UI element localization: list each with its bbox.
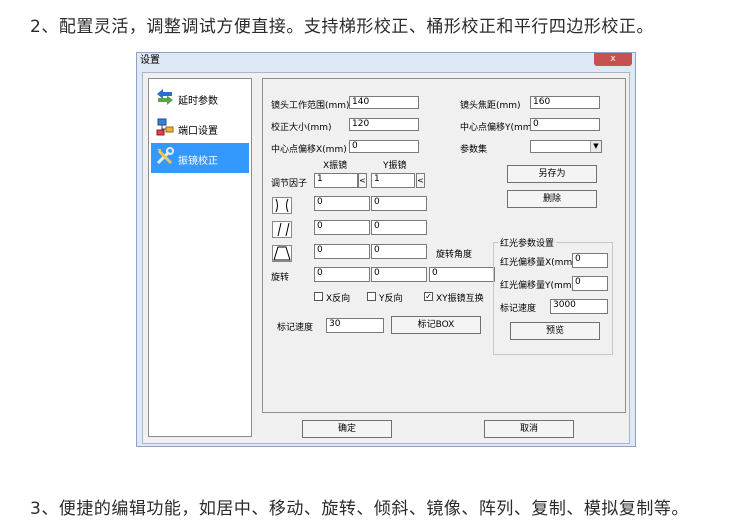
adjust-y-spin[interactable]: < [416, 173, 425, 188]
adjust-x-input[interactable]: 1 [314, 173, 358, 188]
cancel-button[interactable]: 取消 [484, 420, 574, 438]
xy-swap-checkbox[interactable]: ✓ [424, 292, 433, 301]
adjust-y-input[interactable]: 1 [371, 173, 415, 188]
nav-item-delay-params[interactable]: 延时参数 [151, 83, 249, 113]
lens-focal-label: 镜头焦距(mm) [460, 101, 521, 111]
red-mark-speed-input[interactable]: 3000 [550, 299, 608, 314]
mark-speed-label: 标记速度 [277, 323, 314, 333]
mark-box-button[interactable]: 标记BOX [391, 316, 481, 334]
y-reverse-label: Y反向 [379, 294, 403, 304]
nav-item-label: 端口设置 [178, 126, 218, 137]
adjust-factor-label: 调节因子 [271, 179, 308, 189]
caption-top: 2、配置灵活，调整调试方便直接。支持梯形校正、桶形校正和平行四边形校正。 [30, 17, 654, 37]
trapezoid-icon [272, 245, 292, 262]
x-galvo-header: X振镜 [323, 161, 348, 171]
delete-button[interactable]: 删除 [507, 190, 597, 208]
parallelogram-icon [272, 221, 292, 238]
red-offset-x-label: 红光偏移量X(mm) [500, 258, 576, 268]
center-offset-x-label: 中心点偏移X(mm) [271, 145, 347, 155]
nav-item-label: 延时参数 [178, 96, 218, 107]
xy-swap-label: XY振镜互换 [436, 294, 484, 304]
x-reverse-checkbox[interactable] [314, 292, 323, 301]
trapezoid-x-input[interactable]: 0 [314, 244, 370, 259]
center-offset-x-input[interactable]: 0 [349, 140, 419, 153]
rotate-y-input[interactable]: 0 [371, 267, 427, 282]
parallelogram-x-input[interactable]: 0 [314, 220, 370, 235]
ok-button[interactable]: 确定 [302, 420, 392, 438]
red-offset-x-input[interactable]: 0 [572, 253, 608, 268]
barrel-y-input[interactable]: 0 [371, 196, 427, 211]
adjust-x-spin[interactable]: < [358, 173, 367, 188]
mark-speed-input[interactable]: 30 [326, 318, 384, 333]
save-as-button[interactable]: 另存为 [507, 165, 597, 183]
trapezoid-y-input[interactable]: 0 [371, 244, 427, 259]
y-reverse-checkbox[interactable] [367, 292, 376, 301]
x-reverse-label: X反向 [326, 294, 351, 304]
close-button[interactable]: x [594, 53, 632, 66]
network-icon [156, 118, 174, 136]
calib-size-input[interactable]: 120 [349, 118, 419, 131]
nav-item-port-settings[interactable]: 端口设置 [151, 113, 249, 143]
lens-range-input[interactable]: 140 [349, 96, 419, 109]
rotate-x-input[interactable]: 0 [314, 267, 370, 282]
dialog-client: 延时参数 端口设置 振镜校正 镜头工作范围(mm) 140 镜头焦距(mm) 1… [142, 72, 630, 444]
chevron-down-icon: ▼ [590, 141, 601, 152]
red-offset-y-label: 红光偏移量Y(mm) [500, 281, 576, 291]
param-set-select[interactable]: ▼ [530, 140, 602, 153]
center-offset-y-input[interactable]: 0 [530, 118, 600, 131]
red-mark-speed-label: 标记速度 [500, 304, 537, 314]
y-galvo-header: Y振镜 [383, 161, 407, 171]
center-offset-y-label: 中心点偏移Y(mm) [460, 123, 536, 133]
parallelogram-y-input[interactable]: 0 [371, 220, 427, 235]
preview-button[interactable]: 预览 [510, 322, 600, 340]
caption-bottom: 3、便捷的编辑功能，如居中、移动、旋转、倾斜、镜像、阵列、复制、模拟复制等。 [30, 499, 689, 519]
red-light-group: 红光参数设置 红光偏移量X(mm) 0 红光偏移量Y(mm) 0 标记速度 30… [493, 236, 613, 355]
tools-icon [156, 147, 174, 165]
galvo-calibration-panel: 镜头工作范围(mm) 140 镜头焦距(mm) 160 校正大小(mm) 120… [262, 78, 626, 413]
red-light-group-title: 红光参数设置 [498, 236, 557, 249]
rotate-label: 旋转 [271, 273, 290, 283]
lens-range-label: 镜头工作范围(mm) [271, 101, 350, 111]
rotation-angle-input[interactable]: 0 [429, 267, 495, 282]
window-titlebar: 设置 x [137, 53, 635, 68]
barrel-distortion-icon [272, 197, 292, 214]
nav-item-galvo-calibration[interactable]: 振镜校正 [151, 143, 249, 173]
param-set-label: 参数集 [460, 145, 488, 155]
lens-focal-input[interactable]: 160 [530, 96, 600, 109]
red-offset-y-input[interactable]: 0 [572, 276, 608, 291]
barrel-x-input[interactable]: 0 [314, 196, 370, 211]
window-title: 设置 [140, 55, 160, 66]
nav-item-label: 振镜校正 [178, 156, 218, 167]
calib-size-label: 校正大小(mm) [271, 123, 332, 133]
settings-nav: 延时参数 端口设置 振镜校正 [148, 78, 252, 437]
arrows-icon [157, 89, 173, 105]
rotation-angle-label: 旋转角度 [436, 250, 473, 260]
settings-window: 设置 x 延时参数 端口设置 振镜校正 镜头工作范围(mm) 140 镜头焦距(… [136, 52, 636, 447]
